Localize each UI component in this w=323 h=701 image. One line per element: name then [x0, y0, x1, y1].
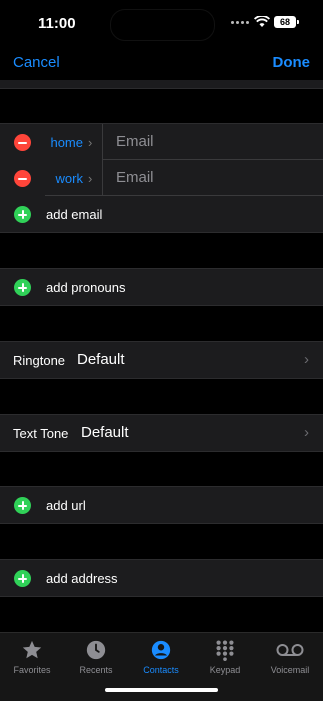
status-bar: 11:00 68	[0, 0, 323, 48]
chevron-right-icon: ›	[88, 171, 93, 186]
chevron-right-icon: ›	[304, 351, 309, 368]
add-url-row[interactable]: add url	[0, 487, 323, 523]
ringtone-row[interactable]: Ringtone Default ›	[0, 342, 323, 378]
add-pronouns-label[interactable]: add pronouns	[46, 280, 126, 295]
chevron-right-icon: ›	[304, 424, 309, 441]
tab-label: Favorites	[13, 665, 51, 675]
work-email-field[interactable]: Email	[116, 169, 154, 186]
add-email-icon[interactable]	[14, 206, 31, 223]
battery-icon: 68	[274, 16, 299, 28]
email-row-work: work › Email	[0, 160, 323, 196]
voicemail-icon	[276, 644, 304, 656]
tab-keypad[interactable]: Keypad	[193, 638, 257, 675]
add-address-icon[interactable]	[14, 570, 31, 587]
add-pronouns-icon[interactable]	[14, 279, 31, 296]
remove-work-email-button[interactable]	[14, 170, 31, 187]
pronouns-section: add pronouns	[0, 268, 323, 306]
home-email-field[interactable]: Email	[116, 133, 154, 150]
battery-level: 68	[279, 17, 290, 27]
clock-icon	[86, 640, 106, 660]
email-row-home: home › Email	[0, 124, 323, 160]
add-address-label[interactable]: add address	[46, 571, 118, 586]
ringtone-value: Default	[77, 351, 125, 368]
previous-section	[0, 80, 323, 89]
text-tone-row[interactable]: Text Tone Default ›	[0, 415, 323, 451]
add-email-label[interactable]: add email	[46, 207, 102, 222]
add-pronouns-row[interactable]: add pronouns	[0, 269, 323, 305]
cancel-button[interactable]: Cancel	[13, 54, 60, 71]
text-tone-label: Text Tone	[13, 426, 69, 441]
tab-favorites[interactable]: Favorites	[0, 638, 64, 675]
ringtone-section: Ringtone Default ›	[0, 341, 323, 379]
chevron-right-icon: ›	[88, 135, 93, 150]
tab-label: Contacts	[143, 665, 179, 675]
divider	[102, 160, 103, 196]
text-tone-value: Default	[81, 424, 129, 441]
add-url-icon[interactable]	[14, 497, 31, 514]
email-label-work[interactable]: work	[45, 171, 83, 186]
ringtone-label: Ringtone	[13, 353, 66, 368]
text-tone-section: Text Tone Default ›	[0, 414, 323, 452]
nav-bar: Cancel Done	[0, 48, 323, 78]
keypad-icon	[216, 640, 234, 661]
tab-voicemail[interactable]: Voicemail	[258, 638, 322, 675]
add-address-row[interactable]: add address	[0, 560, 323, 596]
remove-home-email-button[interactable]	[14, 134, 31, 151]
wifi-icon	[254, 16, 270, 27]
signal-dots-icon	[231, 21, 251, 27]
done-button[interactable]: Done	[273, 54, 311, 71]
person-circle-icon	[151, 640, 171, 660]
url-section: add url	[0, 486, 323, 524]
status-time: 11:00	[38, 15, 76, 32]
divider	[102, 124, 103, 160]
dynamic-island	[110, 9, 215, 41]
add-url-label[interactable]: add url	[46, 498, 86, 513]
tab-label: Keypad	[209, 665, 241, 675]
tab-label: Voicemail	[270, 665, 310, 675]
star-icon	[22, 640, 42, 659]
tab-contacts[interactable]: Contacts	[129, 638, 193, 675]
home-indicator[interactable]	[105, 688, 218, 692]
address-section: add address	[0, 559, 323, 597]
email-section: home › Email work › Email add email	[0, 123, 323, 233]
tab-recents[interactable]: Recents	[64, 638, 128, 675]
tab-label: Recents	[79, 665, 113, 675]
add-email-row[interactable]: add email	[0, 196, 323, 232]
email-label-home[interactable]: home	[45, 135, 83, 150]
